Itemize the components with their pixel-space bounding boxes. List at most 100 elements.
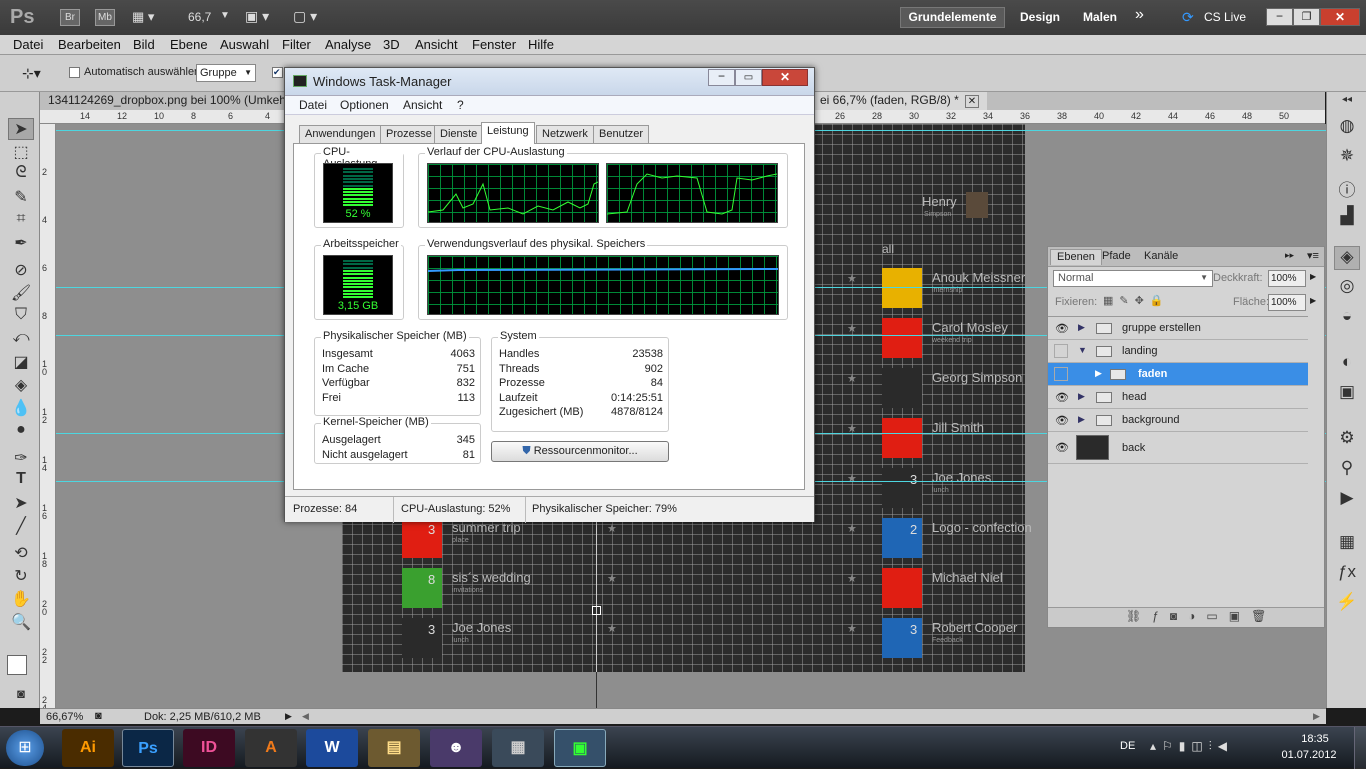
tm-menu-help[interactable]: ? xyxy=(457,98,464,112)
menu-ansicht[interactable]: Ansicht xyxy=(415,37,458,52)
pen-tool-icon[interactable]: ✑ xyxy=(8,448,34,470)
workspace-malen[interactable]: Malen xyxy=(1083,10,1117,24)
move-tool-icon[interactable]: ➤ xyxy=(8,118,34,140)
dodge-tool-icon[interactable]: ● xyxy=(8,421,34,443)
styles-icon[interactable]: ƒx xyxy=(1334,562,1360,586)
clock-date[interactable]: 01.07.2012 xyxy=(1276,749,1342,761)
tm-menu-datei[interactable]: Datei xyxy=(299,98,327,112)
eye-icon[interactable]: 👁 xyxy=(1055,414,1069,427)
tm-tab-leistung[interactable]: Leistung xyxy=(481,122,535,144)
more-workspaces-icon[interactable]: » xyxy=(1135,6,1144,24)
contact-name[interactable]: Anouk Meissner xyxy=(932,270,1025,285)
taskbar-app-a[interactable]: A xyxy=(245,729,297,767)
clone-stamp-tool-icon[interactable]: ⛉ xyxy=(8,306,34,328)
blur-tool-icon[interactable]: 💧 xyxy=(8,398,34,420)
tm-menu-optionen[interactable]: Optionen xyxy=(340,98,389,112)
contact-name[interactable]: Logo - confection xyxy=(932,520,1032,535)
menu-filter[interactable]: Filter xyxy=(282,37,311,52)
contact-name[interactable]: Carol Mosley xyxy=(932,320,1008,335)
star-icon[interactable]: ★ xyxy=(847,272,857,285)
contact-name[interactable]: Robert Cooper xyxy=(932,620,1017,635)
menu-bearbeiten[interactable]: Bearbeiten xyxy=(58,37,121,52)
workspace-grundelemente[interactable]: Grundelemente xyxy=(900,7,1005,28)
cs-live-menu[interactable]: CS Live xyxy=(1204,10,1246,24)
tm-close-button[interactable]: ✕ xyxy=(762,69,808,86)
layer-back[interactable]: 👁 back xyxy=(1048,432,1308,464)
lock-icons[interactable]: ▦✎✥🔒 xyxy=(1103,294,1170,307)
show-desktop-button[interactable] xyxy=(1354,727,1366,769)
layer-faden[interactable]: ▶ faden xyxy=(1048,363,1308,386)
star-icon[interactable]: ★ xyxy=(847,472,857,485)
scroll-left-icon[interactable]: ◀ xyxy=(302,711,309,722)
animation-icon[interactable]: ⚲ xyxy=(1334,458,1360,482)
paint-bucket-tool-icon[interactable]: ◈ xyxy=(8,375,34,397)
menu-hilfe[interactable]: Hilfe xyxy=(528,37,554,52)
zoom-tool-icon[interactable]: 🔍 xyxy=(8,612,34,634)
menu-auswahl[interactable]: Auswahl xyxy=(220,37,269,52)
vertical-ruler[interactable]: 24681 01 21 41 61 82 02 22 4 xyxy=(40,124,56,713)
star-icon[interactable]: ★ xyxy=(847,572,857,585)
navigator-icon[interactable]: ✵ xyxy=(1334,146,1360,170)
tab-ebenen[interactable]: Ebenen xyxy=(1050,249,1102,265)
workspace-design[interactable]: Design xyxy=(1020,10,1060,24)
visibility-toggle[interactable] xyxy=(1054,344,1068,358)
tm-tab-anwendungen[interactable]: Anwendungen xyxy=(299,125,382,144)
tm-titlebar[interactable]: Windows Task-Manager − ▭ ✕ xyxy=(285,68,814,96)
tm-tab-netzwerk[interactable]: Netzwerk xyxy=(536,125,594,144)
visibility-toggle[interactable] xyxy=(1054,367,1068,381)
swatches-icon[interactable]: ▦ xyxy=(1334,532,1360,556)
event-name[interactable]: Joe Jones xyxy=(452,620,511,635)
show-transform-checkbox[interactable]: ✔ xyxy=(272,67,283,78)
zoom-level[interactable]: 66,7 xyxy=(188,10,211,24)
restore-button[interactable]: ❐ xyxy=(1293,8,1320,26)
info-icon[interactable]: ⓘ xyxy=(1334,176,1360,200)
line-tool-icon[interactable]: ╱ xyxy=(8,516,34,538)
path-selection-tool-icon[interactable]: ➤ xyxy=(8,493,34,515)
star-icon[interactable]: ★ xyxy=(607,522,617,535)
type-tool-icon[interactable]: T xyxy=(8,470,34,492)
paths-icon[interactable]: ◒ xyxy=(1334,306,1360,330)
foreground-color-swatch[interactable] xyxy=(7,655,27,675)
tab-pfade[interactable]: Pfade xyxy=(1096,249,1137,265)
minimize-button[interactable]: − xyxy=(1266,8,1293,26)
clock-time[interactable]: 18:35 xyxy=(1290,733,1340,745)
adjustments-icon[interactable]: ◐ xyxy=(1334,352,1360,376)
collapse-arrow-icon[interactable]: ▼ xyxy=(1078,345,1087,355)
histogram-icon[interactable]: ▟ xyxy=(1334,206,1360,230)
tm-tab-dienste[interactable]: Dienste xyxy=(434,125,484,144)
zoom-dropdown-icon[interactable]: ▼ xyxy=(220,10,230,21)
tray-icons[interactable]: ▴⚐▮◫⫶◀ xyxy=(1150,739,1233,754)
tab-kanaele[interactable]: Kanäle xyxy=(1138,249,1184,265)
start-button[interactable]: ⊞ xyxy=(6,730,44,766)
3d-rotate-tool-icon[interactable]: ⟲ xyxy=(8,543,34,565)
layer-actions-icons[interactable]: ⛓ƒ◙◑▭▣🗑 xyxy=(1126,609,1277,623)
layers-panel-icon[interactable]: ◈ xyxy=(1334,246,1360,270)
tm-maximize-button[interactable]: ▭ xyxy=(735,69,762,86)
expand-arrow-icon[interactable]: ▶ xyxy=(1078,391,1085,402)
menu-ebene[interactable]: Ebene xyxy=(170,37,208,52)
taskbar-photoshop[interactable]: Ps xyxy=(122,729,174,767)
auto-select-dropdown[interactable]: Gruppe ▼ xyxy=(196,64,256,82)
menu-analyse[interactable]: Analyse xyxy=(325,37,371,52)
view-extras-icon[interactable]: ▦ ▾ xyxy=(132,9,154,25)
tm-tab-benutzer[interactable]: Benutzer xyxy=(593,125,650,144)
history-brush-tool-icon[interactable]: ⤺ xyxy=(8,329,34,351)
collapse-icon[interactable]: ▸▸ xyxy=(1285,250,1294,261)
layer-gruppe-erstellen[interactable]: 👁 ▶ gruppe erstellen xyxy=(1048,317,1308,340)
star-icon[interactable]: ★ xyxy=(847,622,857,635)
star-icon[interactable]: ★ xyxy=(847,322,857,335)
close-button[interactable]: ✕ xyxy=(1320,8,1360,26)
hand-tool-icon[interactable]: ✋ xyxy=(8,589,34,611)
layer-background[interactable]: 👁 ▶ background xyxy=(1048,409,1308,432)
eyedropper-tool-icon[interactable]: ✒ xyxy=(8,233,34,255)
lasso-tool-icon[interactable]: ᘓ xyxy=(8,164,34,186)
actions-icon[interactable]: ▶ xyxy=(1334,488,1360,512)
eraser-tool-icon[interactable]: ◪ xyxy=(8,352,34,374)
doc-tab-dropbox[interactable]: 1341124269_dropbox.png bei 100% (Umkehr xyxy=(40,92,285,110)
taskbar-indesign[interactable]: ID xyxy=(183,729,235,767)
masks-icon[interactable]: ▣ xyxy=(1334,382,1360,406)
tm-tab-prozesse[interactable]: Prozesse xyxy=(380,125,438,144)
doc-tab-faden[interactable]: ei 66,7% (faden, RGB/8) * ✕ xyxy=(812,92,988,110)
tm-menu-ansicht[interactable]: Ansicht xyxy=(403,98,442,112)
quick-select-tool-icon[interactable]: ✎ xyxy=(8,187,34,209)
